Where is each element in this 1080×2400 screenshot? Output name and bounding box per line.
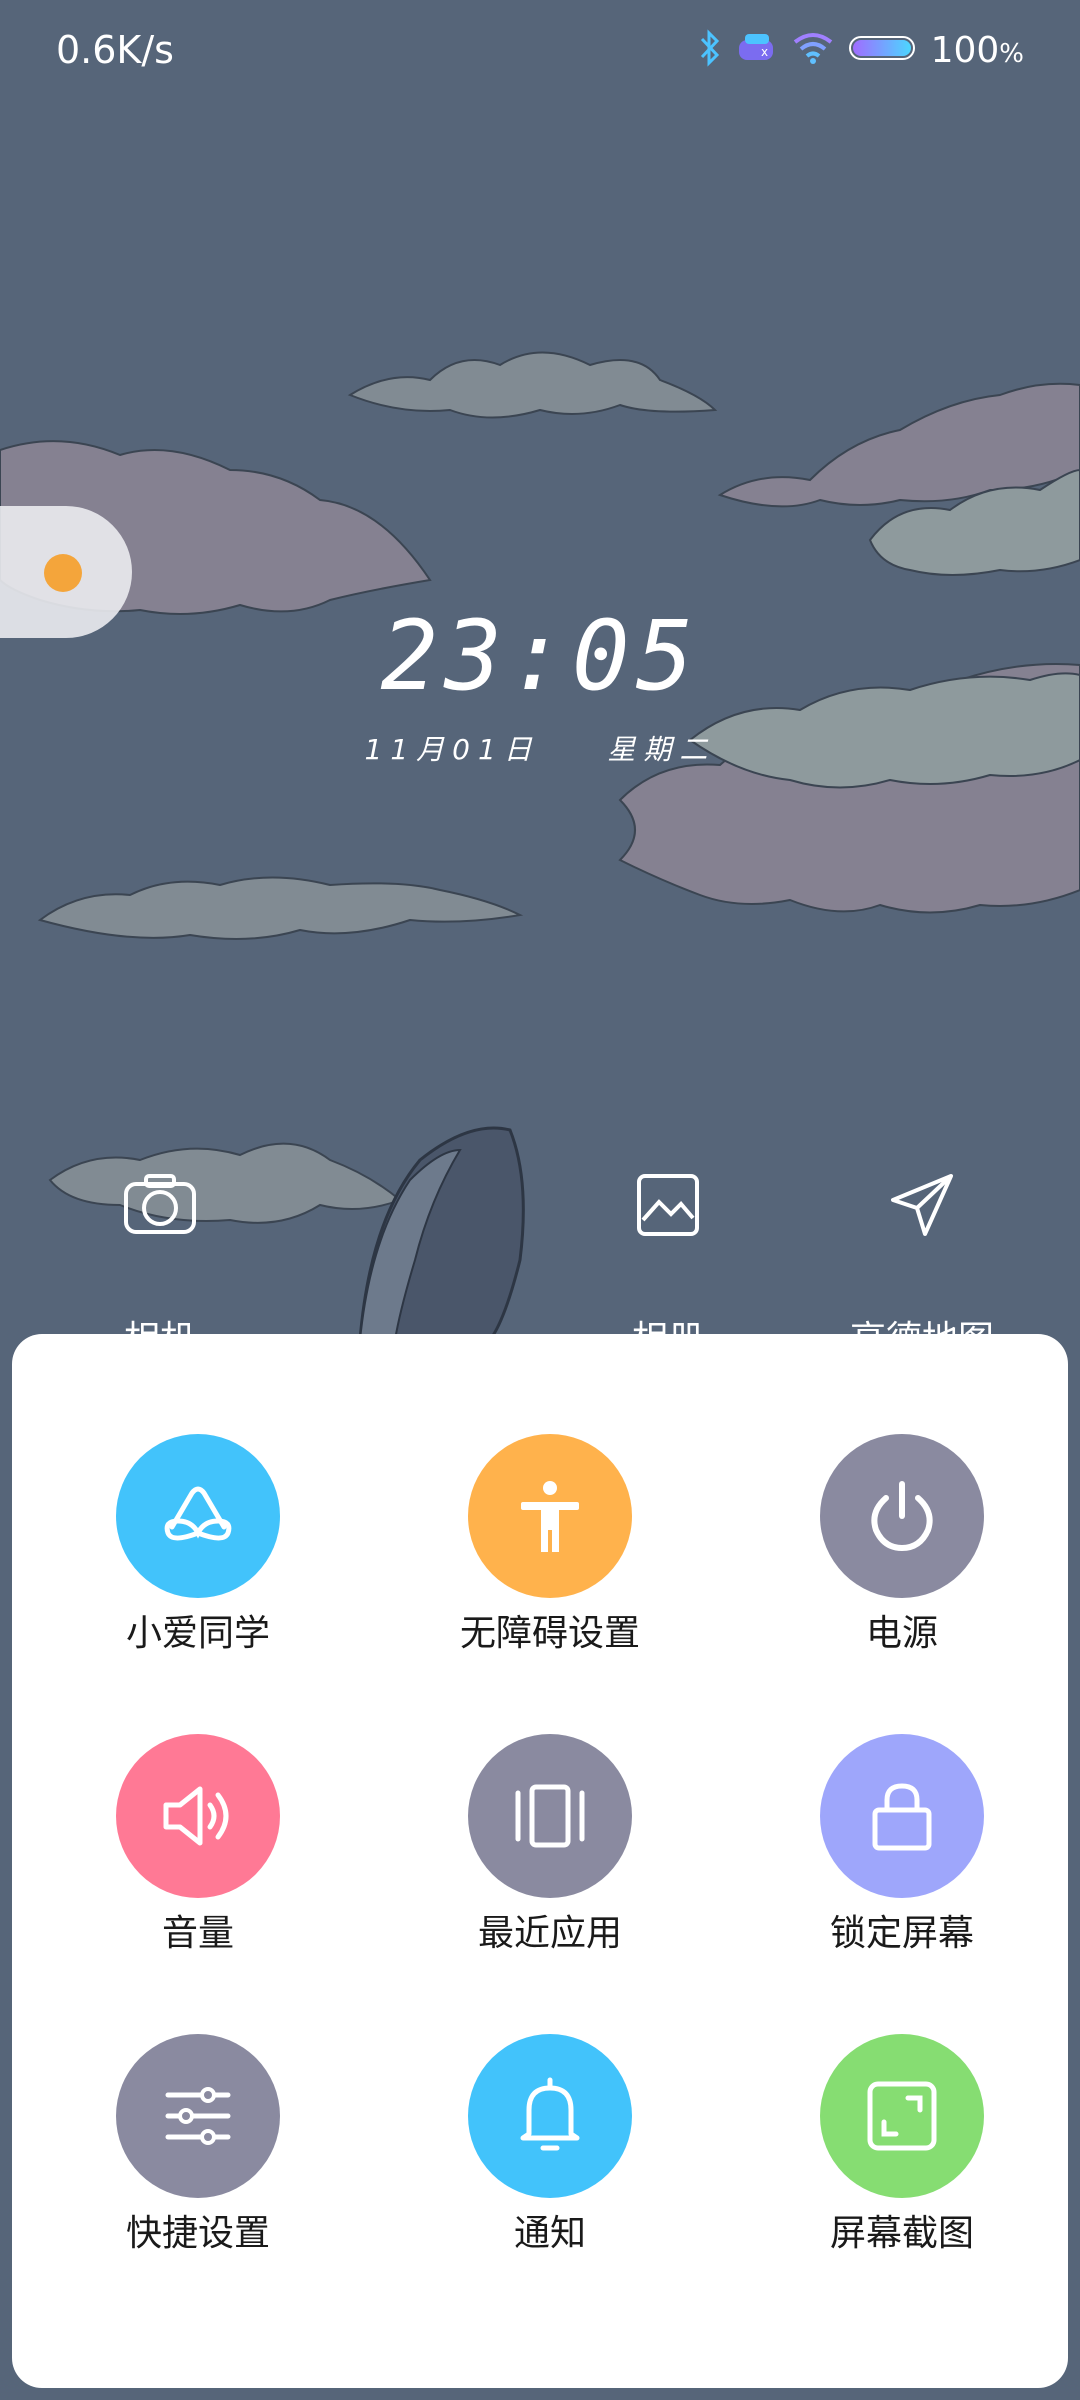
- accessibility-float-icon: [44, 554, 82, 592]
- recent-apps-icon: [468, 1734, 632, 1898]
- gallery-icon: [633, 1174, 703, 1244]
- action-label: 音量: [161, 1913, 234, 1954]
- weekday-text: 星期二: [607, 733, 716, 766]
- lock-clock: 23:05: [380, 600, 700, 712]
- wifi-icon: [791, 30, 835, 70]
- shortcut-camera[interactable]: 相机: [60, 1170, 260, 1360]
- action-label: 小爱同学: [125, 1613, 270, 1654]
- quick-action-panel: 小爱同学 无障碍设置 电源 音量 最近应用 锁定屏幕 快捷设置 通知 屏幕截图: [12, 1334, 1068, 2388]
- status-bar: 0.6K/s x 100%: [0, 0, 1080, 100]
- volume-icon: [116, 1734, 280, 1898]
- action-power[interactable]: 电源: [752, 1434, 1052, 1656]
- lock-date: 11月01日 星期二: [0, 728, 1080, 768]
- action-accessibility[interactable]: 无障碍设置: [400, 1434, 700, 1656]
- shortcut-gallery[interactable]: 相册: [568, 1170, 768, 1360]
- action-volume[interactable]: 音量: [48, 1734, 348, 1956]
- action-label: 通知: [513, 2213, 586, 2254]
- xiaoai-icon: [116, 1434, 280, 1598]
- action-screenshot[interactable]: 屏幕截图: [752, 2034, 1052, 2256]
- lock-icon: [820, 1734, 984, 1898]
- sliders-icon: [116, 2034, 280, 2198]
- lock-screen: 0.6K/s x 100% 23:05 11月01日 星期二 小爱同学 无障碍设…: [0, 0, 1080, 2400]
- network-speed: 0.6K/s: [56, 28, 174, 72]
- battery-icon: [848, 34, 917, 66]
- action-label: 电源: [865, 1613, 938, 1654]
- power-icon: [820, 1434, 984, 1598]
- action-lock-screen[interactable]: 锁定屏幕: [752, 1734, 1052, 1956]
- action-recent-apps[interactable]: 最近应用: [400, 1734, 700, 1956]
- action-label: 锁定屏幕: [829, 1913, 974, 1954]
- action-quick-settings[interactable]: 快捷设置: [48, 2034, 348, 2256]
- navigation-icon: [887, 1174, 957, 1244]
- action-notifications[interactable]: 通知: [400, 2034, 700, 2256]
- battery-percent: 100%: [930, 29, 1024, 71]
- bluetooth-icon: [697, 28, 723, 72]
- date-text: 11月01日: [364, 733, 540, 766]
- action-label: 快捷设置: [125, 2213, 270, 2254]
- screenshot-icon: [820, 2034, 984, 2198]
- status-icons: x 100%: [697, 28, 1024, 72]
- action-xiaoai[interactable]: 小爱同学: [48, 1434, 348, 1656]
- camera-icon: [120, 1174, 200, 1244]
- svg-text:x: x: [761, 45, 768, 59]
- accessibility-icon: [468, 1434, 632, 1598]
- action-label: 最近应用: [477, 1913, 622, 1954]
- vpn-icon: x: [737, 30, 777, 70]
- action-label: 屏幕截图: [829, 2213, 974, 2254]
- action-label: 无障碍设置: [459, 1613, 640, 1654]
- bell-icon: [468, 2034, 632, 2198]
- shortcut-amap[interactable]: 高德地图: [822, 1170, 1022, 1360]
